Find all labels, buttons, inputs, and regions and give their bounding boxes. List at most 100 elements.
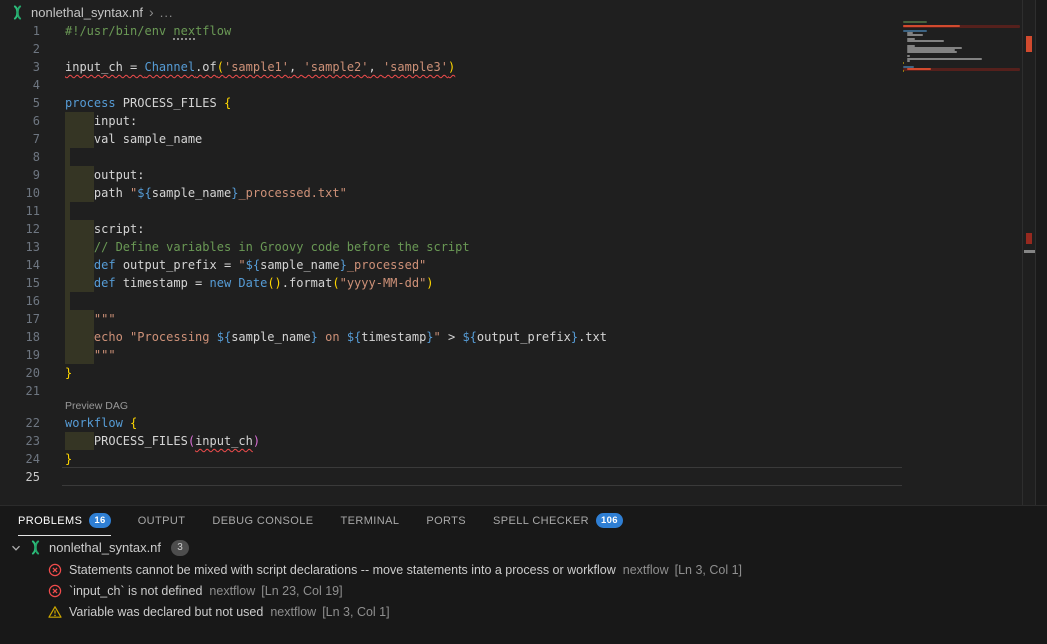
line-number: 1: [0, 22, 40, 40]
nextflow-file-icon: [28, 540, 43, 555]
code-line: 1 #!/usr/bin/env nextflow: [0, 22, 902, 40]
problem-location: [Ln 23, Col 19]: [261, 584, 342, 598]
code-text[interactable]: echo "Processing ${sample_name} on ${tim…: [65, 328, 607, 346]
code-line: 21: [0, 382, 902, 400]
problems-file-group[interactable]: nonlethal_syntax.nf 3: [0, 536, 1047, 559]
problem-row[interactable]: Statements cannot be mixed with script d…: [0, 559, 1047, 580]
minimap-line: [903, 25, 960, 27]
panel-tab-output[interactable]: OUTPUT: [138, 506, 186, 536]
problems-file-name: nonlethal_syntax.nf: [49, 540, 161, 555]
code-text[interactable]: """: [65, 346, 116, 364]
panel-tab-terminal[interactable]: TERMINAL: [341, 506, 400, 536]
panel-tab-label: PORTS: [426, 515, 466, 527]
warning-icon: [48, 605, 62, 619]
line-number: 23: [0, 432, 40, 450]
overview-ruler[interactable]: [1022, 0, 1036, 505]
code-line: 8: [0, 148, 902, 166]
code-line: 22 workflow {: [0, 414, 902, 432]
code-text[interactable]: process PROCESS_FILES {: [65, 94, 231, 112]
line-number: 21: [0, 382, 40, 400]
code-text[interactable]: def timestamp = new Date().format("yyyy-…: [65, 274, 434, 292]
indent-highlight: [65, 292, 70, 310]
code-text[interactable]: """: [65, 310, 116, 328]
editor-right-edge: [1036, 0, 1047, 505]
line-number: 22: [0, 414, 40, 432]
line-number: 5: [0, 94, 40, 112]
panel-tab-label: OUTPUT: [138, 515, 186, 527]
minimap-line: [907, 51, 956, 53]
code-text[interactable]: PROCESS_FILES(input_ch): [65, 432, 260, 450]
problem-row[interactable]: Variable was declared but not usednextfl…: [0, 601, 1047, 622]
panel-tab-debug-console[interactable]: DEBUG CONSOLE: [212, 506, 313, 536]
minimap-line: [907, 34, 923, 36]
problem-row[interactable]: `input_ch` is not definednextflow[Ln 23,…: [0, 580, 1047, 601]
code-text[interactable]: }: [65, 450, 72, 468]
code-line: 9 output:: [0, 166, 902, 184]
code-line: 12 script:: [0, 220, 902, 238]
minimap-line: [907, 68, 931, 70]
problem-source: nextflow: [209, 584, 255, 598]
line-number: 25: [0, 468, 40, 486]
code-line: 7 val sample_name: [0, 130, 902, 148]
code-line: 2: [0, 40, 902, 58]
code-line: 11: [0, 202, 902, 220]
code-text[interactable]: val sample_name: [65, 130, 202, 148]
code-line: 18 echo "Processing ${sample_name} on ${…: [0, 328, 902, 346]
line-number: 2: [0, 40, 40, 58]
code-text[interactable]: #!/usr/bin/env nextflow: [65, 22, 231, 40]
breadcrumb-symbol-ellipsis[interactable]: ...: [160, 5, 174, 20]
code-line: 6 input:: [0, 112, 902, 130]
code-line: 20}: [0, 364, 902, 382]
breadcrumb-file[interactable]: nonlethal_syntax.nf: [31, 5, 143, 20]
minimap-line: [907, 40, 944, 42]
panel-tab-label: DEBUG CONSOLE: [212, 515, 313, 527]
minimap-line: [907, 60, 910, 62]
code-text[interactable]: def output_prefix = "${sample_name}_proc…: [65, 256, 426, 274]
line-number: 18: [0, 328, 40, 346]
line-number: 11: [0, 202, 40, 220]
breadcrumb: nonlethal_syntax.nf › ...: [0, 0, 912, 24]
line-number: 7: [0, 130, 40, 148]
code-line: 4: [0, 76, 902, 94]
line-number: 4: [0, 76, 40, 94]
code-line: 15 def timestamp = new Date().format("yy…: [0, 274, 902, 292]
code-line: 23 PROCESS_FILES(input_ch): [0, 432, 902, 450]
problem-source: nextflow: [623, 563, 669, 577]
panel-tab-bar: PROBLEMS16 OUTPUT DEBUG CONSOLE TERMINAL POR…: [0, 506, 1047, 536]
codelens-preview-dag[interactable]: Preview DAG: [0, 400, 902, 414]
code-line: 16: [0, 292, 902, 310]
vscode-window: nonlethal_syntax.nf › ... 1 #!/usr/bin/en…: [0, 0, 1047, 644]
panel-tab-spell-checker[interactable]: SPELL CHECKER106: [493, 506, 623, 536]
code-line: 14 def output_prefix = "${sample_name}_p…: [0, 256, 902, 274]
code-line: 10 path "${sample_name}_processed.txt": [0, 184, 902, 202]
code-line: 3input_ch = Channel.of('sample1', 'sampl…: [0, 58, 902, 76]
minimap[interactable]: [903, 18, 1022, 108]
problem-source: nextflow: [270, 605, 316, 619]
line-number: 24: [0, 450, 40, 468]
ruler-cursor-marker: [1024, 250, 1035, 253]
ruler-error-marker: [1026, 36, 1032, 52]
code-text[interactable]: input:: [65, 112, 137, 130]
code-text[interactable]: script:: [65, 220, 144, 238]
code-line: 5 process PROCESS_FILES {: [0, 94, 902, 112]
problem-location: [Ln 3, Col 1]: [322, 605, 389, 619]
code-text[interactable]: // Define variables in Groovy code befor…: [65, 238, 470, 256]
line-number: 20: [0, 364, 40, 382]
minimap-line: [903, 21, 927, 23]
code-text[interactable]: output:: [65, 166, 144, 184]
code-text[interactable]: }: [65, 364, 72, 382]
code-text[interactable]: workflow {: [65, 414, 137, 432]
bottom-panel: PROBLEMS16 OUTPUT DEBUG CONSOLE TERMINAL POR…: [0, 505, 1047, 644]
code-text[interactable]: input_ch = Channel.of('sample1', 'sample…: [65, 58, 455, 76]
panel-tab-problems[interactable]: PROBLEMS16: [18, 506, 111, 536]
line-number: 16: [0, 292, 40, 310]
code-line: 17 """: [0, 310, 902, 328]
panel-tab-ports[interactable]: PORTS: [426, 506, 466, 536]
line-number: 19: [0, 346, 40, 364]
problem-message: Statements cannot be mixed with script d…: [69, 563, 616, 577]
code-editor[interactable]: 1#!/usr/bin/env nextflow23input_ch = Cha…: [0, 22, 902, 486]
chevron-down-icon[interactable]: [10, 542, 22, 554]
code-text[interactable]: path "${sample_name}_processed.txt": [65, 184, 347, 202]
ruler-error-marker: [1026, 233, 1032, 244]
code-line: 25: [0, 468, 902, 486]
